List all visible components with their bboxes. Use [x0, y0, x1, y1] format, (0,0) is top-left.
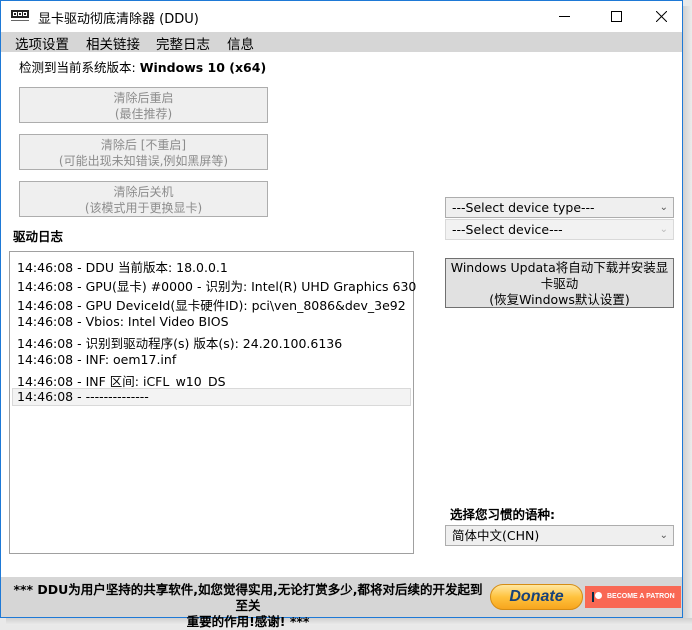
- button-label-sub: (最佳推荐): [114, 107, 173, 121]
- footer-bar: *** DDU为用户坚持的共享软件,如您觉得实用,无论打赏多少,都将对后续的开发…: [1, 577, 682, 629]
- donation-message-line2: 重要的作用!感谢! ***: [186, 614, 310, 629]
- minimize-icon: [558, 15, 570, 17]
- device-value: ---Select device---: [452, 222, 563, 237]
- chevron-down-icon: ⌄: [659, 224, 668, 235]
- donation-message-line1: *** DDU为用户坚持的共享软件,如您觉得实用,无论打赏多少,都将对后续的开发…: [13, 582, 483, 613]
- clean-and-restart-button[interactable]: 清除后重启 (最佳推荐): [19, 87, 268, 123]
- button-label-sub: (可能出现未知错误,例如黑屏等): [58, 154, 229, 168]
- window-shadow-right: [683, 6, 692, 625]
- donation-message: *** DDU为用户坚持的共享软件,如您觉得实用,无论打赏多少,都将对后续的开发…: [9, 582, 487, 630]
- button-label-line2: 卡驱动: [540, 276, 579, 291]
- menu-bar: 选项设置 相关链接 完整日志 信息: [1, 32, 682, 53]
- device-type-select[interactable]: ---Select device type--- ⌄: [445, 197, 674, 218]
- button-label-main: 清除后关机: [113, 185, 174, 199]
- button-label-sub: (该模式用于更换显卡): [84, 201, 203, 215]
- menu-links[interactable]: 相关链接: [86, 33, 140, 53]
- window-title: 显卡驱动彻底清除器 (DDU): [38, 12, 199, 27]
- log-title: 驱动日志: [13, 229, 64, 244]
- button-label-line1: Windows Updata将自动下载并安装显: [450, 260, 669, 275]
- system-version-label: 检测到当前系统版本:: [19, 60, 140, 75]
- language-value: 简体中文(CHN): [452, 528, 540, 543]
- log-line-selected[interactable]: 14:46:08 - --------------: [12, 388, 411, 406]
- patreon-logo-icon: [595, 592, 602, 599]
- become-patron-button[interactable]: BECOME A PATRON: [585, 586, 681, 608]
- minimize-button[interactable]: [541, 1, 587, 31]
- button-label-main: 清除后 [不重启]: [100, 138, 187, 152]
- donate-button[interactable]: Donate: [490, 584, 583, 610]
- patreon-logo-bar: [592, 592, 594, 602]
- chevron-down-icon: ⌄: [659, 202, 668, 213]
- windows-update-button[interactable]: Windows Updata将自动下载并安装显 卡驱动 (恢复Windows默认…: [445, 258, 674, 308]
- title-bar[interactable]: 显卡驱动彻底清除器 (DDU): [1, 1, 682, 32]
- menu-info[interactable]: 信息: [227, 33, 254, 53]
- clean-no-restart-button[interactable]: 清除后 [不重启] (可能出现未知错误,例如黑屏等): [19, 134, 268, 170]
- maximize-button[interactable]: [593, 1, 639, 31]
- maximize-icon: [610, 10, 622, 22]
- log-line[interactable]: 14:46:08 - GPU(显卡) #0000 - 识别为: Intel(R)…: [17, 276, 416, 295]
- clean-and-shutdown-button[interactable]: 清除后关机 (该模式用于更换显卡): [19, 181, 268, 217]
- device-type-value: ---Select device type---: [452, 200, 595, 215]
- ddu-window: 显卡驱动彻底清除器 (DDU) 选项设置 相关链接 完整日志 信息 检测到当前系…: [0, 0, 683, 629]
- close-button[interactable]: [638, 1, 684, 31]
- ddu-app-icon: [11, 10, 29, 21]
- log-line[interactable]: 14:46:08 - DDU 当前版本: 18.0.0.1: [17, 257, 228, 276]
- patron-label: BECOME A PATRON: [607, 593, 675, 600]
- close-icon: [655, 10, 667, 22]
- log-list[interactable]: 14:46:08 - DDU 当前版本: 18.0.0.1 14:46:08 -…: [9, 251, 416, 554]
- menu-full-log[interactable]: 完整日志: [156, 33, 210, 53]
- button-label-main: 清除后重启: [113, 91, 174, 105]
- log-line[interactable]: 14:46:08 - GPU DeviceId(显卡硬件ID): pci\ven…: [17, 295, 406, 314]
- menu-options[interactable]: 选项设置: [15, 33, 69, 53]
- system-version: 检测到当前系统版本: Windows 10 (x64): [19, 57, 266, 76]
- system-version-value: Windows 10 (x64): [139, 60, 267, 75]
- device-select[interactable]: ---Select device--- ⌄: [445, 219, 674, 240]
- language-select[interactable]: 简体中文(CHN) ⌄: [445, 525, 674, 546]
- language-label: 选择您习惯的语种:: [450, 507, 555, 522]
- log-line[interactable]: 14:46:08 - 识别到驱动程序(s) 版本(s): 24.20.100.6…: [17, 333, 342, 352]
- log-line[interactable]: 14:46:08 - Vbios: Intel Video BIOS: [17, 314, 229, 329]
- button-label-line3: (恢复Windows默认设置): [489, 292, 630, 307]
- chevron-down-icon: ⌄: [659, 530, 668, 541]
- log-line[interactable]: 14:46:08 - INF: oem17.inf: [17, 352, 176, 367]
